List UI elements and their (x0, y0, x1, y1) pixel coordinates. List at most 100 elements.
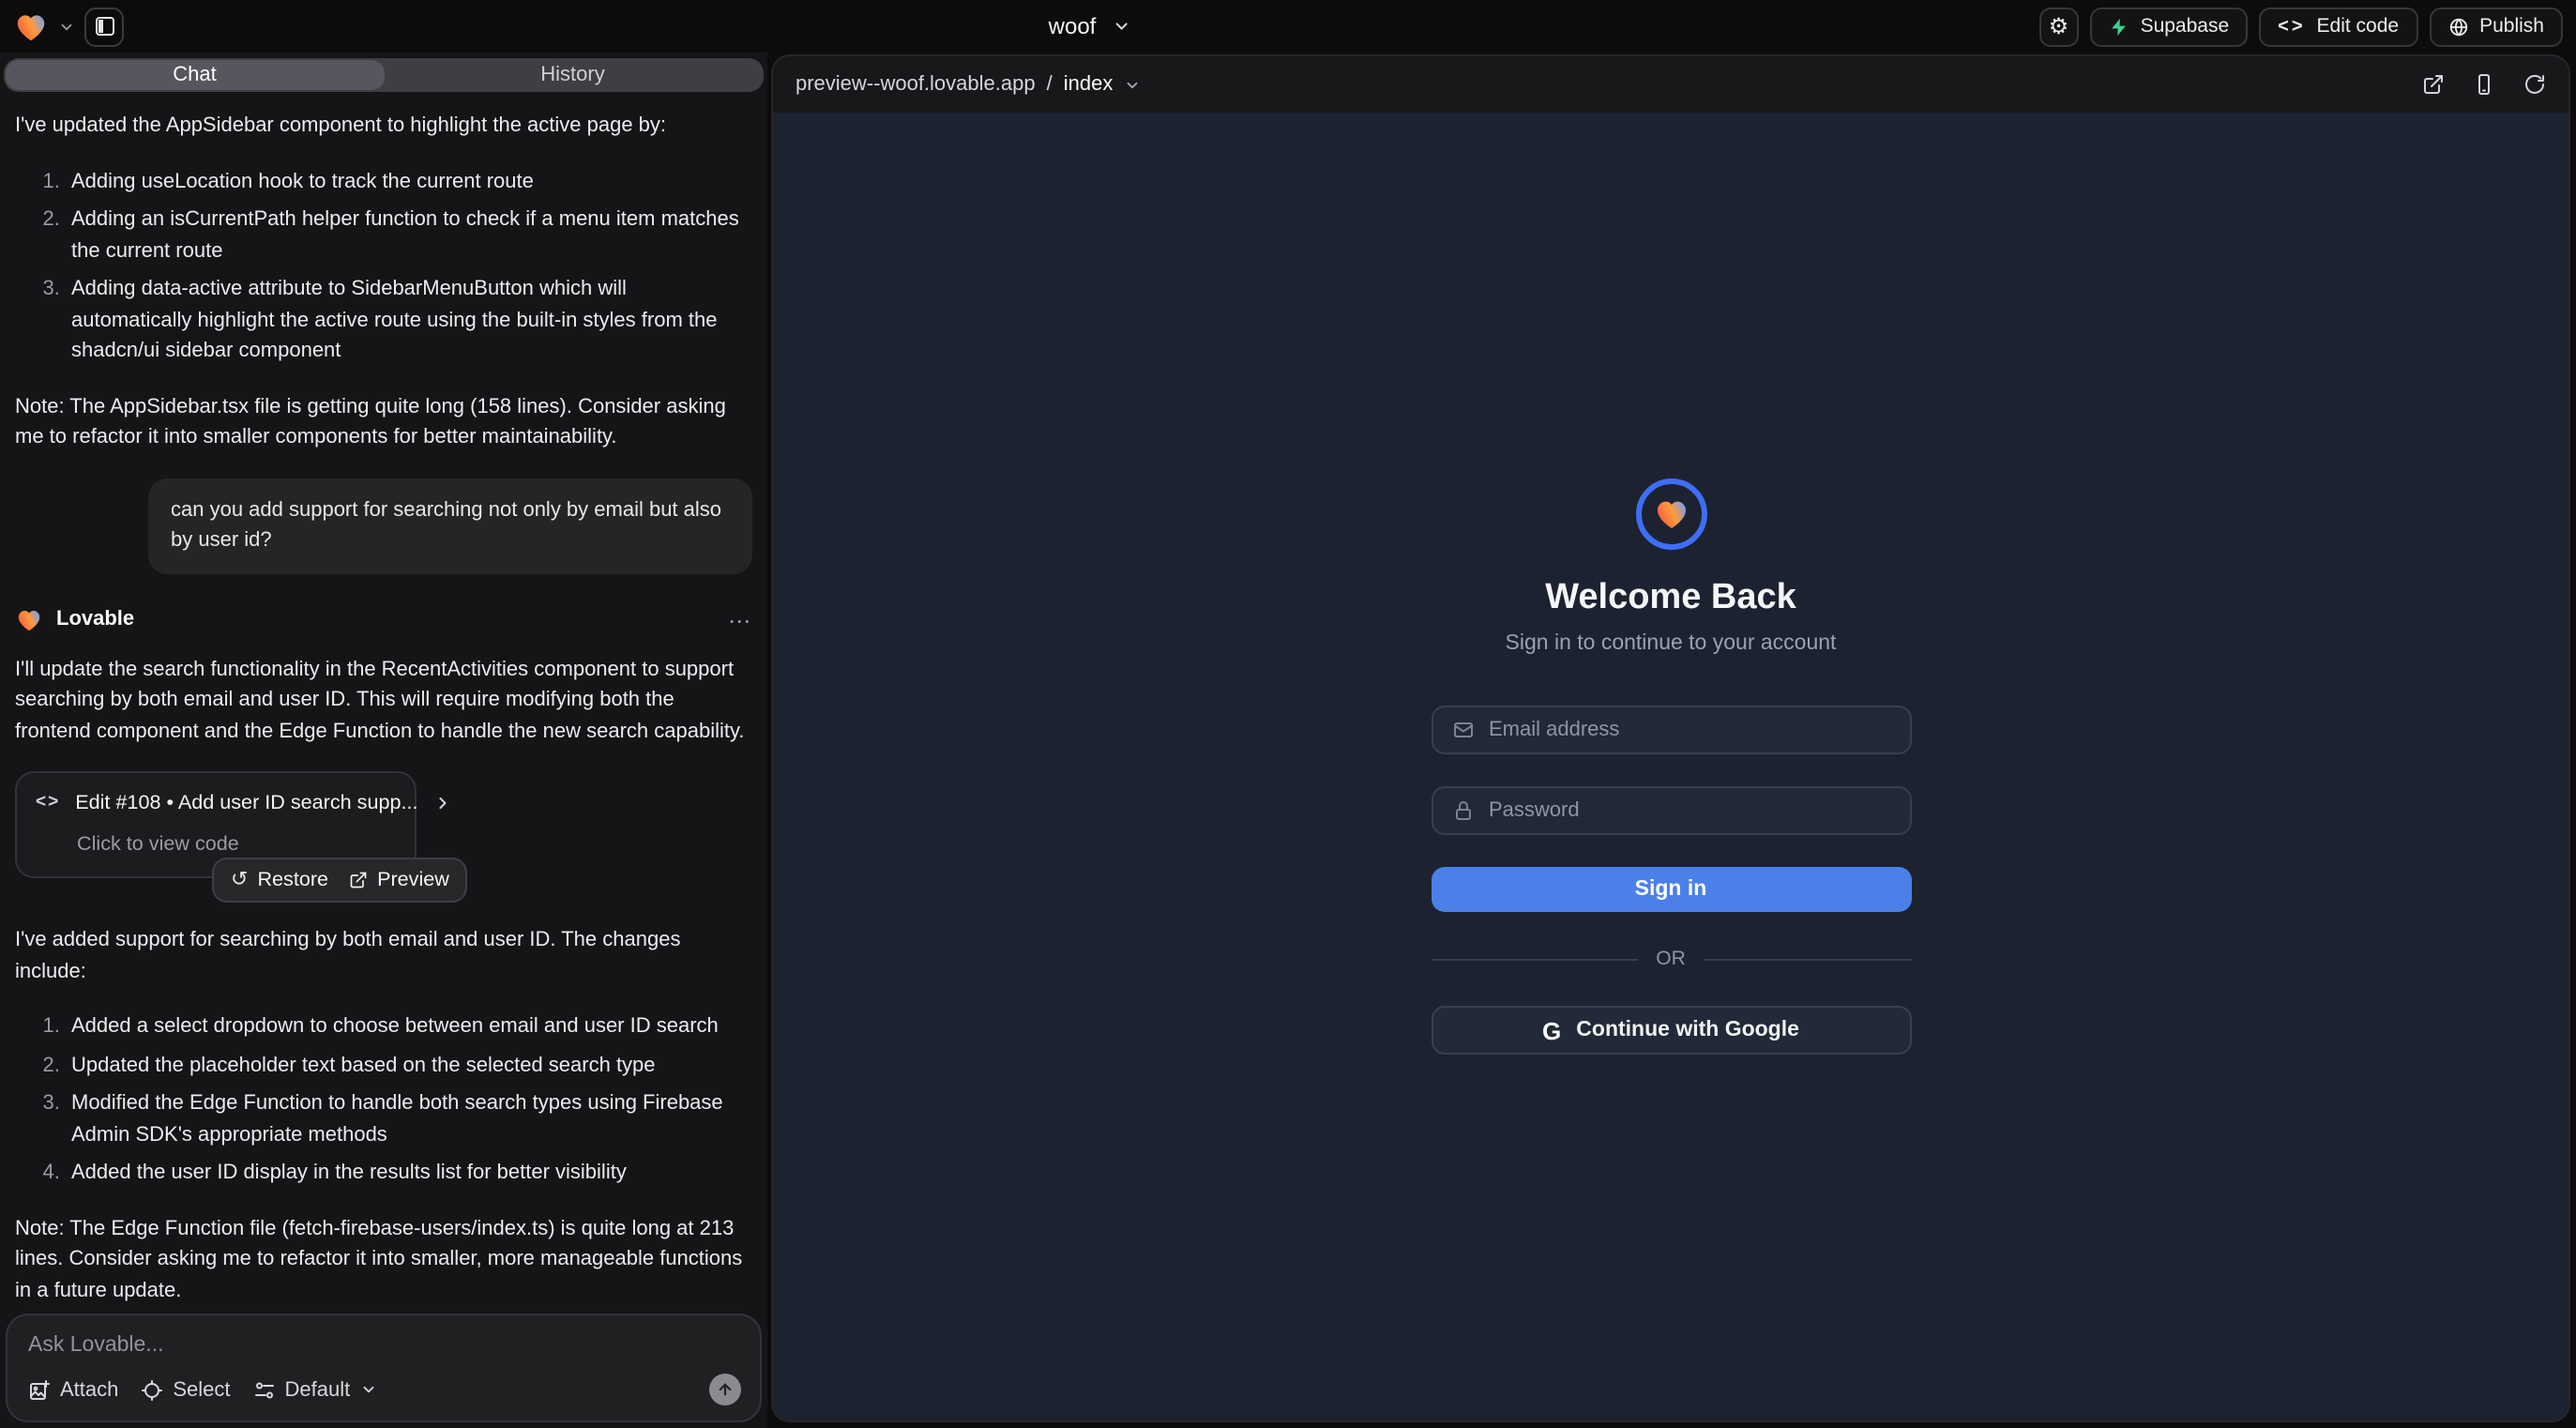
lovable-heart-icon (15, 606, 43, 634)
send-button[interactable] (709, 1374, 741, 1405)
supabase-label: Supabase (2141, 15, 2230, 38)
preview-page-name: index (1064, 73, 1114, 96)
select-element-button[interactable]: Select (141, 1378, 230, 1401)
topbar-left-group (13, 7, 124, 46)
topbar-right-group: ⚙ Supabase <> Edit code Publish (2039, 7, 2563, 46)
sign-in-button[interactable]: Sign in (1431, 867, 1911, 912)
preview-panel: preview--woof.lovable.app / index (771, 54, 2570, 1422)
list-item: Adding an isCurrentPath helper function … (66, 205, 752, 266)
google-button-label: Continue with Google (1576, 1019, 1799, 1041)
lovable-logo-heart-icon[interactable] (13, 8, 49, 44)
chat-message-list[interactable]: I've updated the AppSidebar component to… (0, 92, 767, 1306)
continue-with-google-button[interactable]: G Continue with Google (1431, 1006, 1911, 1055)
preview-url-breadcrumb[interactable]: preview--woof.lovable.app / index (796, 73, 1141, 96)
edit-card-subtitle: Click to view code (77, 829, 396, 859)
attach-button[interactable]: Attach (28, 1378, 118, 1401)
user-message-row: can you add support for searching not on… (15, 478, 752, 573)
edit-code-button[interactable]: <> Edit code (2259, 7, 2417, 46)
preview-domain: preview--woof.lovable.app (796, 73, 1036, 96)
composer-toolbar: Attach Select Default (28, 1374, 741, 1405)
attach-label: Attach (60, 1378, 118, 1401)
arrow-up-icon (717, 1381, 734, 1398)
gear-icon: ⚙ (2049, 15, 2069, 38)
publish-label: Publish (2479, 15, 2544, 38)
project-name: woof (1049, 13, 1097, 39)
list-item: Modified the Edge Function to handle bot… (66, 1089, 752, 1151)
restore-icon: ↺ (231, 865, 248, 896)
list-item: Adding data-active attribute to SidebarM… (66, 274, 752, 367)
panel-left-icon (93, 15, 115, 38)
logo-chevron-down-icon[interactable] (58, 18, 75, 35)
password-field (1431, 786, 1911, 835)
restore-button[interactable]: ↺ Restore (231, 865, 328, 896)
app-logo-heart-icon (1652, 495, 1690, 533)
signin-card: Welcome Back Sign in to continue to your… (1431, 479, 1911, 1055)
assistant-name: Lovable (56, 605, 134, 636)
edit-card-title: Edit #108 • Add user ID search supp... (75, 788, 417, 818)
supabase-button[interactable]: Supabase (2090, 7, 2249, 46)
preview-header-actions (2422, 73, 2546, 96)
assistant-paragraph: I'll update the search functionality in … (15, 654, 752, 747)
list-item: Added a select dropdown to choose betwee… (66, 1012, 752, 1043)
or-divider: OR (1431, 948, 1911, 970)
divider-line (1431, 958, 1637, 960)
globe-icon (2447, 16, 2468, 37)
assistant-note: Note: The AppSidebar.tsx file is getting… (15, 391, 752, 453)
restore-preview-toolbar: ↺ Restore Preview (212, 858, 468, 904)
edit-card-header: <> Edit #108 • Add user ID search supp..… (36, 788, 396, 818)
image-plus-icon (28, 1378, 51, 1401)
chat-panel: Chat History I've updated the AppSidebar… (0, 53, 767, 1428)
assistant-header-row: Lovable ⋯ (15, 603, 752, 637)
supabase-bolt-icon (2109, 16, 2129, 37)
preview-app-viewport: Welcome Back Sign in to continue to your… (773, 113, 2568, 1420)
locate-target-icon (141, 1378, 163, 1401)
chat-mode-selector[interactable]: Default (253, 1378, 377, 1401)
tab-history[interactable]: History (384, 60, 762, 90)
project-title-menu[interactable]: woof (1049, 13, 1132, 39)
edit-code-label: Edit code (2317, 15, 2400, 38)
list-item: Adding useLocation hook to track the cur… (66, 166, 752, 197)
publish-button[interactable]: Publish (2429, 7, 2563, 46)
open-in-new-tab-icon[interactable] (2422, 73, 2445, 96)
password-input[interactable] (1489, 799, 1890, 822)
mode-label: Default (285, 1378, 351, 1401)
assistant-numbered-list: Added a select dropdown to choose betwee… (15, 1012, 752, 1190)
divider-label: OR (1656, 948, 1686, 970)
sidebar-toggle-button[interactable] (84, 7, 124, 46)
project-chevron-down-icon (1113, 17, 1131, 36)
breadcrumb-separator: / (1047, 73, 1053, 96)
tab-chat[interactable]: Chat (6, 60, 384, 90)
assistant-numbered-list: Adding useLocation hook to track the cur… (15, 166, 752, 367)
edit-card-wrapper: <> Edit #108 • Add user ID search supp..… (15, 771, 752, 879)
chat-input[interactable] (28, 1334, 741, 1357)
divider-line (1705, 958, 1911, 960)
chevron-right-icon (433, 794, 452, 813)
settings-button[interactable]: ⚙ (2039, 7, 2079, 46)
chevron-down-icon (359, 1381, 376, 1398)
email-input[interactable] (1489, 719, 1890, 741)
app-logo-ring (1635, 479, 1706, 550)
sliders-icon (253, 1378, 276, 1401)
chat-composer: Attach Select Default (6, 1314, 762, 1422)
select-label: Select (173, 1378, 230, 1401)
welcome-title: Welcome Back (1545, 578, 1796, 619)
code-brackets-icon: <> (2278, 16, 2305, 37)
assistant-note: Note: The Edge Function file (fetch-fire… (15, 1214, 752, 1306)
refresh-icon[interactable] (2523, 73, 2546, 96)
code-brackets-icon: <> (36, 790, 60, 817)
preview-label: Preview (377, 865, 449, 895)
email-field (1431, 706, 1911, 754)
message-more-menu[interactable]: ⋯ (728, 603, 752, 637)
page-chevron-down-icon (1124, 76, 1141, 93)
assistant-paragraph: I've added support for searching by both… (15, 926, 752, 988)
top-bar: woof ⚙ Supabase <> Edit code (0, 0, 2576, 53)
preview-header: preview--woof.lovable.app / index (773, 56, 2568, 113)
chat-history-tabbar: Chat History (4, 58, 764, 92)
preview-button[interactable]: Preview (349, 865, 449, 895)
list-item: Updated the placeholder text based on th… (66, 1051, 752, 1082)
welcome-subtitle: Sign in to continue to your account (1506, 632, 1837, 655)
mobile-view-icon[interactable] (2473, 73, 2495, 96)
app-window: woof ⚙ Supabase <> Edit code (0, 0, 2576, 1428)
external-link-icon (349, 871, 368, 889)
user-message-bubble: can you add support for searching not on… (148, 478, 752, 573)
